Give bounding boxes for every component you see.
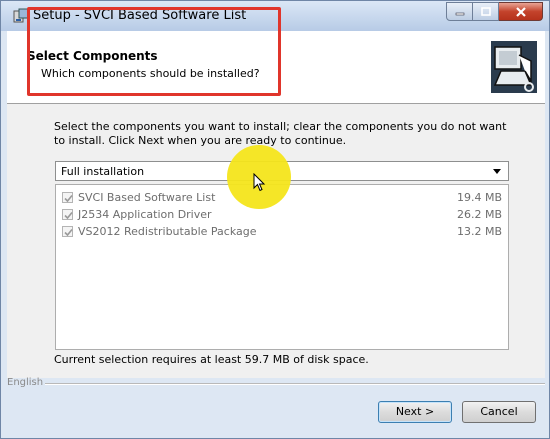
- component-row[interactable]: J2534 Application Driver 26.2 MB: [62, 207, 502, 223]
- next-button[interactable]: Next >: [378, 401, 452, 423]
- chevron-down-icon: [493, 169, 501, 174]
- component-size: 26.2 MB: [456, 208, 502, 221]
- component-row[interactable]: VS2012 Redistributable Package 13.2 MB: [62, 224, 502, 240]
- disk-space-status: Current selection requires at least 59.7…: [54, 353, 369, 366]
- maximize-icon: [480, 7, 491, 16]
- component-checkbox[interactable]: [62, 226, 73, 237]
- checkmark-icon: [64, 194, 73, 203]
- component-label: SVCI Based Software List: [78, 191, 216, 204]
- checkmark-icon: [64, 228, 73, 237]
- instructions-text: Select the components you want to instal…: [54, 120, 507, 147]
- computer-setup-icon: [491, 41, 537, 93]
- setup-window: Setup - SVCI Based Software List Select …: [0, 0, 550, 439]
- wizard-body: Select the components you want to instal…: [7, 104, 545, 378]
- minimize-icon: [455, 12, 464, 15]
- component-size: 19.4 MB: [456, 191, 502, 204]
- component-size: 13.2 MB: [456, 225, 502, 238]
- maximize-button[interactable]: [473, 2, 499, 21]
- component-label: VS2012 Redistributable Package: [78, 225, 257, 238]
- annotation-highlight-box: [27, 7, 281, 96]
- install-type-value: Full installation: [61, 165, 145, 178]
- cancel-button[interactable]: Cancel: [462, 401, 536, 423]
- component-checkbox[interactable]: [62, 209, 73, 220]
- close-icon: [515, 6, 526, 17]
- language-label: English: [7, 377, 44, 388]
- components-list[interactable]: SVCI Based Software List 19.4 MB J2534 A…: [55, 184, 509, 350]
- component-label: J2534 Application Driver: [78, 208, 212, 221]
- footer-divider: [45, 383, 545, 385]
- component-checkbox[interactable]: [62, 192, 73, 203]
- minimize-button[interactable]: [446, 2, 473, 21]
- window-controls: [446, 2, 543, 22]
- close-button[interactable]: [499, 2, 543, 21]
- checkmark-icon: [64, 211, 73, 220]
- mouse-cursor-icon: [253, 173, 266, 192]
